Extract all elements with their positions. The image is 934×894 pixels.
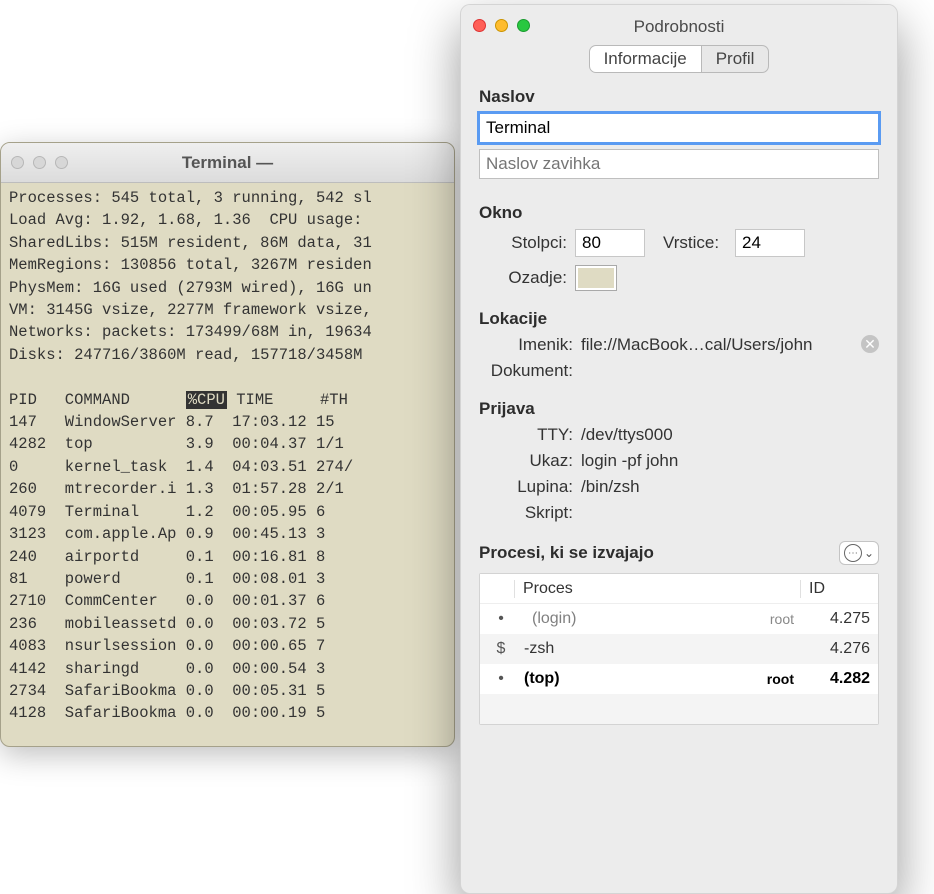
process-row[interactable]: • (top) root 4.282 (480, 664, 878, 694)
processes-action-button[interactable]: ⋯ ⌄ (839, 541, 879, 565)
terminal-header-line: VM: 3145G vsize, 2277M framework vsize, (9, 301, 372, 319)
tty-value: /dev/ttys000 (581, 425, 879, 445)
ukaz-value: login -pf john (581, 451, 879, 471)
dokument-label: Dokument: (479, 361, 581, 381)
processes-table: Proces ID • (login) root 4.275 $ -zsh 4.… (479, 573, 879, 725)
section-procesi: Procesi, ki se izvajajo (479, 543, 654, 563)
inspector-titlebar[interactable]: Podrobnosti Informacije Profil (461, 5, 897, 75)
imenik-label: Imenik: (479, 335, 581, 355)
terminal-window: Terminal — Processes: 545 total, 3 runni… (0, 142, 455, 747)
inspector-title: Podrobnosti (461, 17, 897, 37)
inspector-window: Podrobnosti Informacije Profil Naslov Ok… (460, 4, 898, 894)
section-lokacije: Lokacije (479, 309, 879, 329)
zoom-icon[interactable] (55, 156, 68, 169)
section-prijava: Prijava (479, 399, 879, 419)
background-color-well[interactable] (575, 265, 617, 291)
inspector-tabs: Informacije Profil (461, 45, 897, 73)
window-title-input[interactable] (479, 113, 879, 143)
lupina-label: Lupina: (479, 477, 581, 497)
terminal-header-line: Processes: 545 total, 3 running, 542 sl (9, 189, 372, 207)
tab-informacije[interactable]: Informacije (589, 45, 702, 73)
terminal-titlebar[interactable]: Terminal — (1, 143, 454, 183)
processes-table-header[interactable]: Proces ID (480, 574, 878, 604)
terminal-title: Terminal — (1, 153, 454, 173)
close-icon[interactable] (11, 156, 24, 169)
terminal-header-line: SharedLibs: 515M resident, 86M data, 31 (9, 234, 372, 252)
columns-label: Stolpci: (479, 233, 575, 253)
skript-label: Skript: (479, 503, 581, 523)
terminal-header-line: Load Avg: 1.92, 1.68, 1.36 CPU usage: (9, 211, 362, 229)
dokument-value (581, 361, 879, 381)
process-row[interactable]: • (login) root 4.275 (480, 604, 878, 634)
skript-value (581, 503, 879, 523)
rows-input[interactable] (735, 229, 805, 257)
section-okno: Okno (479, 203, 879, 223)
imenik-value: file://MacBook…cal/Users/john (581, 335, 855, 355)
col-proces: Proces (514, 580, 740, 598)
clear-imenik-icon[interactable]: ✕ (861, 335, 879, 353)
ellipsis-icon: ⋯ (844, 544, 862, 562)
tty-label: TTY: (479, 425, 581, 445)
minimize-icon[interactable] (33, 156, 46, 169)
process-row-empty (480, 694, 878, 724)
background-label: Ozadje: (479, 268, 575, 288)
chevron-down-icon: ⌄ (864, 546, 874, 560)
traffic-lights (11, 156, 68, 169)
inspector-body: Naslov Okno Stolpci: Vrstice: Ozadje: Lo… (461, 75, 897, 725)
col-id: ID (800, 580, 870, 598)
ukaz-label: Ukaz: (479, 451, 581, 471)
terminal-header-line: Disks: 247716/3860M read, 157718/3458M (9, 346, 372, 364)
rows-label: Vrstice: (663, 233, 727, 253)
section-naslov: Naslov (479, 87, 879, 107)
terminal-header-line: MemRegions: 130856 total, 3267M residen (9, 256, 372, 274)
tab-title-input[interactable] (479, 149, 879, 179)
terminal-output[interactable]: Processes: 545 total, 3 running, 542 sl … (1, 183, 454, 729)
terminal-header-line: PhysMem: 16G used (2793M wired), 16G un (9, 279, 372, 297)
columns-input[interactable] (575, 229, 645, 257)
tab-profil[interactable]: Profil (702, 45, 770, 73)
lupina-value: /bin/zsh (581, 477, 879, 497)
process-row[interactable]: $ -zsh 4.276 (480, 634, 878, 664)
terminal-header-line: Networks: packets: 173499/68M in, 19634 (9, 323, 372, 341)
